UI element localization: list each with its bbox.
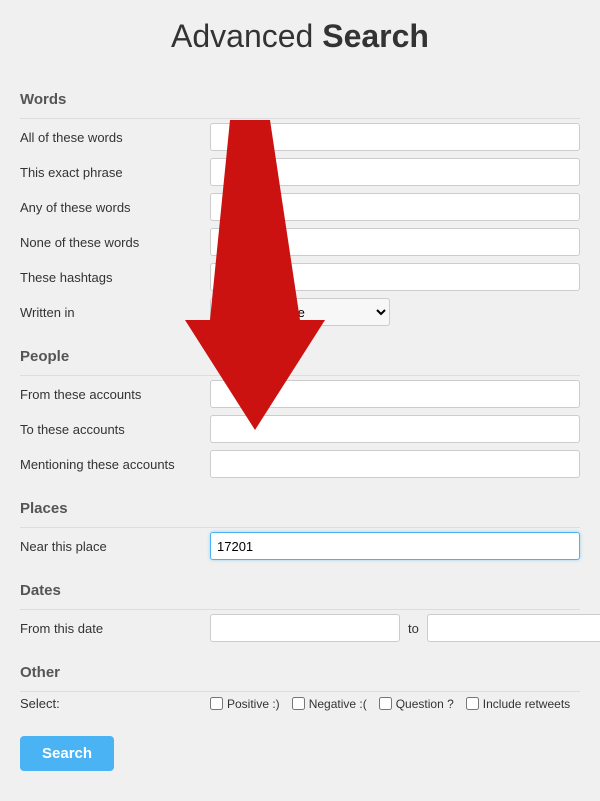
input-from-accounts[interactable]	[210, 380, 580, 408]
divider-words	[20, 118, 580, 119]
section-dates: Dates	[20, 582, 580, 599]
row-hashtags: These hashtags	[20, 263, 580, 291]
input-near-place[interactable]	[210, 532, 580, 560]
label-from-accounts: From these accounts	[20, 387, 210, 402]
dates-row: to	[210, 614, 600, 642]
divider-other	[20, 691, 580, 692]
label-mentioning-accounts: Mentioning these accounts	[20, 457, 210, 472]
input-mentioning-accounts[interactable]	[210, 450, 580, 478]
label-select: Select:	[20, 696, 210, 711]
input-to-date[interactable]	[427, 614, 600, 642]
page-title: Advanced Search	[20, 0, 580, 73]
checkbox-item-include-retweets[interactable]: Include retweets	[466, 697, 570, 711]
input-any-words[interactable]	[210, 193, 580, 221]
row-written-in: Written in Any Language English Spanish …	[20, 298, 580, 326]
checkbox-include-retweets[interactable]	[466, 697, 479, 710]
divider-dates	[20, 609, 580, 610]
input-to-accounts[interactable]	[210, 415, 580, 443]
label-include-retweets: Include retweets	[483, 697, 570, 711]
title-normal: Advanced	[171, 18, 322, 54]
label-any-words: Any of these words	[20, 200, 210, 215]
label-near-place: Near this place	[20, 539, 210, 554]
label-negative: Negative :(	[309, 697, 367, 711]
label-question: Question ?	[396, 697, 454, 711]
input-hashtags[interactable]	[210, 263, 580, 291]
checkbox-item-positive[interactable]: Positive :)	[210, 697, 280, 711]
label-none-words: None of these words	[20, 235, 210, 250]
select-wrap-language: Any Language English Spanish French	[210, 298, 390, 326]
select-language[interactable]: Any Language English Spanish French	[210, 298, 390, 326]
input-all-words[interactable]	[210, 123, 580, 151]
row-dates: From this date to	[20, 614, 580, 642]
row-mentioning-accounts: Mentioning these accounts	[20, 450, 580, 478]
title-bold: Search	[322, 18, 429, 54]
section-other: Other	[20, 664, 580, 681]
label-hashtags: These hashtags	[20, 270, 210, 285]
checkbox-item-negative[interactable]: Negative :(	[292, 697, 367, 711]
checkbox-item-question[interactable]: Question ?	[379, 697, 454, 711]
label-to-accounts: To these accounts	[20, 422, 210, 437]
row-near-place: Near this place	[20, 532, 580, 560]
label-all-words: All of these words	[20, 130, 210, 145]
label-written-in: Written in	[20, 305, 210, 320]
page-wrapper: Advanced Search Words All of these words…	[0, 0, 600, 801]
row-any-words: Any of these words	[20, 193, 580, 221]
input-exact-phrase[interactable]	[210, 158, 580, 186]
label-from-date: From this date	[20, 621, 210, 636]
section-places: Places	[20, 500, 580, 517]
section-people: People	[20, 348, 580, 365]
checkbox-positive[interactable]	[210, 697, 223, 710]
row-all-words: All of these words	[20, 123, 580, 151]
checkboxes-wrap: Positive :) Negative :( Question ? Inclu…	[210, 697, 580, 711]
label-exact-phrase: This exact phrase	[20, 165, 210, 180]
input-none-words[interactable]	[210, 228, 580, 256]
checkbox-question[interactable]	[379, 697, 392, 710]
row-none-words: None of these words	[20, 228, 580, 256]
divider-people	[20, 375, 580, 376]
divider-places	[20, 527, 580, 528]
row-from-accounts: From these accounts	[20, 380, 580, 408]
input-from-date[interactable]	[210, 614, 400, 642]
search-button[interactable]: Search	[20, 736, 114, 771]
row-other: Select: Positive :) Negative :( Question…	[20, 696, 580, 711]
checkbox-negative[interactable]	[292, 697, 305, 710]
to-label: to	[400, 621, 427, 636]
row-to-accounts: To these accounts	[20, 415, 580, 443]
section-words: Words	[20, 91, 580, 108]
row-exact-phrase: This exact phrase	[20, 158, 580, 186]
label-positive: Positive :)	[227, 697, 280, 711]
